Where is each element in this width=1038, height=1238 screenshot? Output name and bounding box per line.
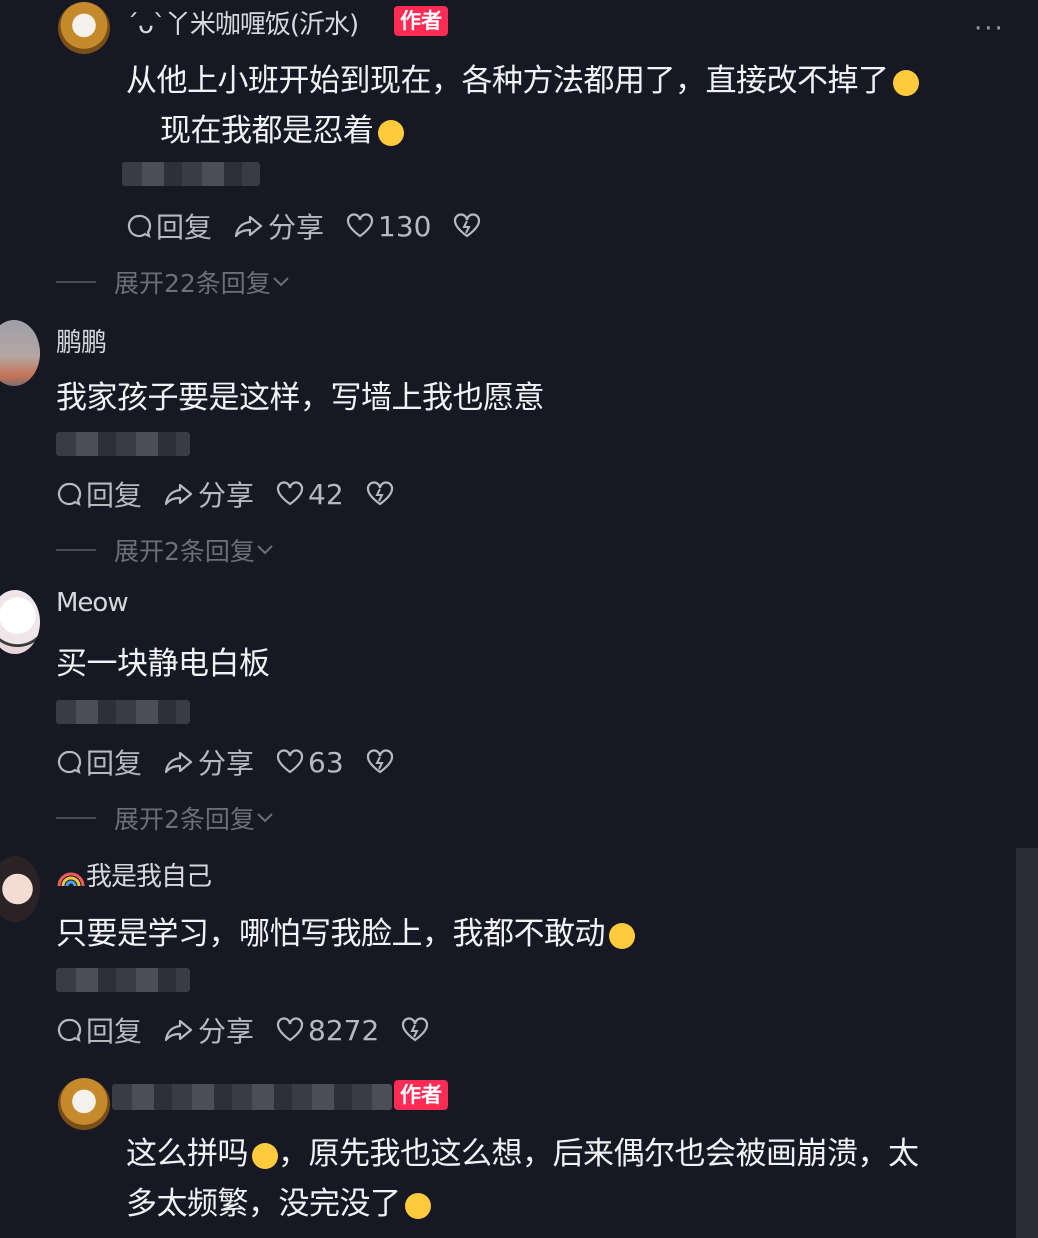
comment-actions: 回复 分享 130 xyxy=(126,206,507,246)
expand-replies[interactable]: 展开2条回复 xyxy=(56,800,275,836)
avatar[interactable] xyxy=(58,2,110,54)
blurred-meta xyxy=(56,968,190,992)
comment-text-line: 从他上小班开始到现在，各种方法都用了，直接改不掉了 xyxy=(126,63,889,99)
emoji-icon xyxy=(252,1142,278,1169)
dislike-icon xyxy=(402,1017,429,1042)
heart-icon xyxy=(276,749,304,774)
dislike-button[interactable] xyxy=(366,749,398,775)
dislike-icon xyxy=(454,213,481,238)
chevron-down-icon xyxy=(273,277,289,287)
divider xyxy=(56,817,96,819)
heart-icon xyxy=(346,213,374,238)
comment-text-line: 只要是学习，哪怕写我脸上，我都不敢动 xyxy=(56,916,606,952)
reply-icon xyxy=(127,214,152,239)
reply-label: 回复 xyxy=(86,747,143,780)
comment-text: 多太频繁，没完没了 xyxy=(126,1178,431,1223)
comment-username[interactable]: ˊᴗˋ丫米咖喱饭(沂水) xyxy=(126,4,359,41)
like-count: 42 xyxy=(308,477,344,511)
comment-text-line: 这么拼吗 xyxy=(126,1136,249,1172)
comment-username[interactable]: Meow xyxy=(56,588,129,618)
avatar[interactable] xyxy=(0,320,40,386)
reply-icon xyxy=(57,1018,82,1043)
like-count: 63 xyxy=(308,745,344,779)
emoji-icon xyxy=(892,69,919,96)
comment-username-label: 我是我自己 xyxy=(86,862,212,892)
blurred-meta xyxy=(122,162,260,186)
emoji-icon xyxy=(377,119,404,146)
dislike-icon xyxy=(366,481,393,506)
comment-text: 这么拼吗 ，原先我也这么想，后来偶尔也会被画崩溃，太 xyxy=(126,1128,919,1173)
share-button[interactable]: 分享 xyxy=(234,206,324,246)
comment-username[interactable]: 鹏鹏 xyxy=(56,322,107,359)
dislike-icon xyxy=(366,749,393,774)
author-badge: 作者 xyxy=(394,1080,448,1110)
rainbow-icon xyxy=(57,872,85,886)
reply-button[interactable]: 回复 xyxy=(56,474,142,514)
share-icon xyxy=(164,483,193,506)
like-button[interactable]: 8272 xyxy=(276,1014,379,1047)
dislike-button[interactable] xyxy=(366,481,398,507)
emoji-icon xyxy=(404,1192,431,1219)
avatar[interactable] xyxy=(0,590,40,654)
comment-text: 从他上小班开始到现在，各种方法都用了，直接改不掉了 xyxy=(126,55,919,100)
dislike-button[interactable] xyxy=(401,1017,433,1043)
share-label: 分享 xyxy=(198,479,255,512)
like-button[interactable]: 63 xyxy=(276,746,344,779)
like-button[interactable]: 42 xyxy=(276,478,344,511)
comment-text-line: ，原先我也这么想，后来偶尔也会被画崩溃，太 xyxy=(278,1136,919,1172)
dislike-button[interactable] xyxy=(453,213,485,239)
scrollbar[interactable] xyxy=(1016,848,1038,1238)
blurred-meta xyxy=(56,700,190,724)
expand-replies-label: 展开2条回复 xyxy=(114,537,255,566)
expand-replies[interactable]: 展开2条回复 xyxy=(56,532,275,568)
share-button[interactable]: 分享 xyxy=(164,1010,254,1050)
share-label: 分享 xyxy=(198,747,255,780)
avatar[interactable] xyxy=(0,856,40,922)
expand-replies-label: 展开22条回复 xyxy=(114,269,271,298)
author-badge: 作者 xyxy=(394,6,448,36)
comment-text-line: 多太频繁，没完没了 xyxy=(126,1186,401,1222)
reply-button[interactable]: 回复 xyxy=(56,1010,142,1050)
expand-replies-label: 展开2条回复 xyxy=(114,805,255,834)
like-count: 130 xyxy=(378,209,432,243)
comment-text: 我家孩子要是这样，写墙上我也愿意 xyxy=(56,380,545,416)
share-icon xyxy=(164,1019,193,1042)
blurred-username xyxy=(112,1084,392,1110)
divider xyxy=(56,549,96,551)
reply-label: 回复 xyxy=(86,1015,143,1048)
divider xyxy=(56,281,96,283)
reply-label: 回复 xyxy=(86,479,143,512)
reply-label: 回复 xyxy=(156,211,213,244)
heart-icon xyxy=(276,1017,304,1042)
reply-icon xyxy=(57,750,82,775)
more-icon[interactable]: ··· xyxy=(974,14,1005,44)
comment-text-line: 现在我都是忍着 xyxy=(160,113,374,149)
comment-username[interactable]: 我是我自己 xyxy=(56,856,212,893)
like-button[interactable]: 130 xyxy=(346,210,431,243)
reply-icon xyxy=(57,482,82,507)
comment-text: 买一块静电白板 xyxy=(56,646,270,682)
comment-text: 只要是学习，哪怕写我脸上，我都不敢动 xyxy=(56,908,635,953)
share-icon xyxy=(164,751,193,774)
share-button[interactable]: 分享 xyxy=(164,474,254,514)
share-button[interactable]: 分享 xyxy=(164,742,254,782)
comment-actions: 回复 分享 8272 xyxy=(56,1010,455,1050)
heart-icon xyxy=(276,481,304,506)
like-count: 8272 xyxy=(308,1013,380,1047)
reply-button[interactable]: 回复 xyxy=(126,206,212,246)
comment-actions: 回复 分享 42 xyxy=(56,474,420,514)
share-icon xyxy=(234,215,263,238)
reply-button[interactable]: 回复 xyxy=(56,742,142,782)
comment-actions: 回复 分享 63 xyxy=(56,742,420,782)
avatar[interactable] xyxy=(58,1078,110,1130)
blurred-meta xyxy=(56,432,190,456)
expand-replies[interactable]: 展开22条回复 xyxy=(56,264,291,300)
chevron-down-icon xyxy=(257,545,273,555)
share-label: 分享 xyxy=(198,1015,255,1048)
share-label: 分享 xyxy=(268,211,325,244)
comment-text: 现在我都是忍着 xyxy=(160,105,404,150)
chevron-down-icon xyxy=(257,813,273,823)
emoji-icon xyxy=(609,922,635,949)
